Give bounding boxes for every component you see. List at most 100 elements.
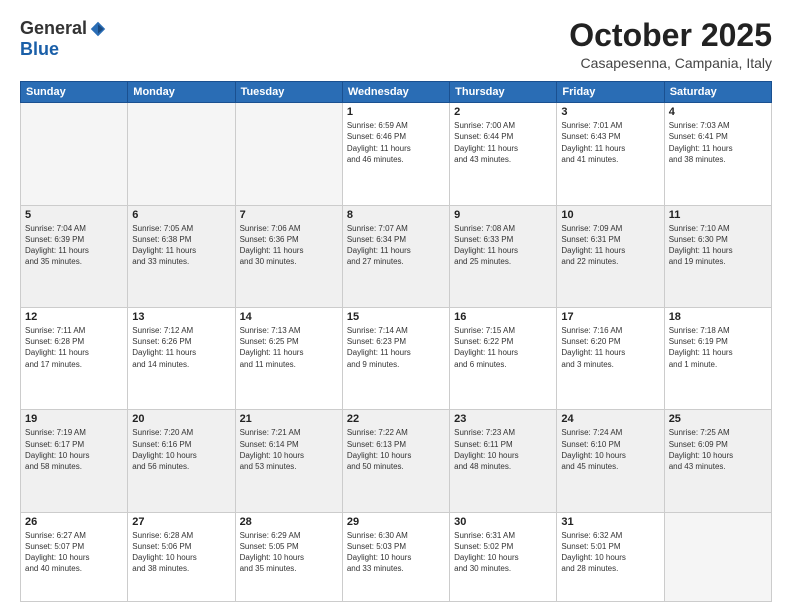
calendar-table: Sunday Monday Tuesday Wednesday Thursday… xyxy=(20,81,772,602)
day-number: 10 xyxy=(561,209,659,221)
day-info: Sunrise: 7:06 AM Sunset: 6:36 PM Dayligh… xyxy=(240,223,338,268)
day-number: 5 xyxy=(25,209,123,221)
day-info: Sunrise: 7:10 AM Sunset: 6:30 PM Dayligh… xyxy=(669,223,767,268)
day-number: 27 xyxy=(132,516,230,528)
table-row: 9Sunrise: 7:08 AM Sunset: 6:33 PM Daylig… xyxy=(450,205,557,307)
table-row: 22 Sunrise: 7:22 AM Sunset: 6:13 PM Dayli… xyxy=(342,410,449,512)
week-row-4: 19 Sunrise: 7:19 AM Sunset: 6:17 PM Dayli… xyxy=(21,410,772,512)
table-row: 7 Sunrise: 7:06 AM Sunset: 6:36 PM Daylig… xyxy=(235,205,342,307)
day-info: Sunrise: 7:25 AM Sunset: 6:09 PM Dayligh… xyxy=(669,427,767,472)
page: General Blue October 2025 Casapesenna, C… xyxy=(0,0,792,612)
table-row: 13 Sunrise: 7:12 AM Sunset: 6:26 PM Dayli… xyxy=(128,307,235,409)
day-number: 16 xyxy=(454,311,552,323)
table-row: 17Sunrise: 7:16 AM Sunset: 6:20 PM Dayli… xyxy=(557,307,664,409)
day-info: Sunrise: 7:00 AM Sunset: 6:44 PM Dayligh… xyxy=(454,120,552,165)
day-number: 19 xyxy=(25,413,123,425)
day-info: Sunrise: 7:22 AM Sunset: 6:13 PM Dayligh… xyxy=(347,427,445,472)
table-row: 12 Sunrise: 7:11 AM Sunset: 6:28 PM Dayli… xyxy=(21,307,128,409)
logo-general-text: General xyxy=(20,18,87,39)
day-info: Sunrise: 6:30 AM Sunset: 5:03 PM Dayligh… xyxy=(347,530,445,575)
header-sunday: Sunday xyxy=(21,82,128,103)
header-friday: Friday xyxy=(557,82,664,103)
table-row: 23Sunrise: 7:23 AM Sunset: 6:11 PM Dayli… xyxy=(450,410,557,512)
table-row: 5 Sunrise: 7:04 AM Sunset: 6:39 PM Daylig… xyxy=(21,205,128,307)
table-row: 2 Sunrise: 7:00 AM Sunset: 6:44 PM Daylig… xyxy=(450,103,557,205)
day-number: 13 xyxy=(132,311,230,323)
table-row xyxy=(664,512,771,601)
week-row-2: 5 Sunrise: 7:04 AM Sunset: 6:39 PM Daylig… xyxy=(21,205,772,307)
day-number: 23 xyxy=(454,413,552,425)
day-info: Sunrise: 7:21 AM Sunset: 6:14 PM Dayligh… xyxy=(240,427,338,472)
day-info: Sunrise: 6:59 AM Sunset: 6:46 PM Dayligh… xyxy=(347,120,445,165)
day-number: 3 xyxy=(561,106,659,118)
header: General Blue October 2025 Casapesenna, C… xyxy=(20,18,772,71)
header-thursday: Thursday xyxy=(450,82,557,103)
header-tuesday: Tuesday xyxy=(235,82,342,103)
table-row: 31Sunrise: 6:32 AM Sunset: 5:01 PM Dayli… xyxy=(557,512,664,601)
day-number: 31 xyxy=(561,516,659,528)
day-number: 2 xyxy=(454,106,552,118)
day-info: Sunrise: 6:28 AM Sunset: 5:06 PM Dayligh… xyxy=(132,530,230,575)
day-info: Sunrise: 6:29 AM Sunset: 5:05 PM Dayligh… xyxy=(240,530,338,575)
logo: General Blue xyxy=(20,18,107,60)
day-number: 21 xyxy=(240,413,338,425)
day-info: Sunrise: 7:07 AM Sunset: 6:34 PM Dayligh… xyxy=(347,223,445,268)
table-row: 25 Sunrise: 7:25 AM Sunset: 6:09 PM Dayli… xyxy=(664,410,771,512)
header-monday: Monday xyxy=(128,82,235,103)
table-row: 20Sunrise: 7:20 AM Sunset: 6:16 PM Dayli… xyxy=(128,410,235,512)
day-info: Sunrise: 7:11 AM Sunset: 6:28 PM Dayligh… xyxy=(25,325,123,370)
day-info: Sunrise: 6:31 AM Sunset: 5:02 PM Dayligh… xyxy=(454,530,552,575)
day-number: 25 xyxy=(669,413,767,425)
day-info: Sunrise: 7:15 AM Sunset: 6:22 PM Dayligh… xyxy=(454,325,552,370)
day-number: 14 xyxy=(240,311,338,323)
table-row: 19 Sunrise: 7:19 AM Sunset: 6:17 PM Dayli… xyxy=(21,410,128,512)
header-wednesday: Wednesday xyxy=(342,82,449,103)
day-info: Sunrise: 7:24 AM Sunset: 6:10 PM Dayligh… xyxy=(561,427,659,472)
day-number: 8 xyxy=(347,209,445,221)
day-number: 1 xyxy=(347,106,445,118)
table-row xyxy=(128,103,235,205)
table-row: 30 Sunrise: 6:31 AM Sunset: 5:02 PM Dayli… xyxy=(450,512,557,601)
day-number: 6 xyxy=(132,209,230,221)
day-headers-row: Sunday Monday Tuesday Wednesday Thursday… xyxy=(21,82,772,103)
day-info: Sunrise: 7:16 AM Sunset: 6:20 PM Dayligh… xyxy=(561,325,659,370)
day-number: 9 xyxy=(454,209,552,221)
table-row: 29Sunrise: 6:30 AM Sunset: 5:03 PM Dayli… xyxy=(342,512,449,601)
day-number: 24 xyxy=(561,413,659,425)
day-number: 12 xyxy=(25,311,123,323)
day-number: 7 xyxy=(240,209,338,221)
table-row: 18Sunrise: 7:18 AM Sunset: 6:19 PM Dayli… xyxy=(664,307,771,409)
table-row: 28Sunrise: 6:29 AM Sunset: 5:05 PM Dayli… xyxy=(235,512,342,601)
day-info: Sunrise: 7:19 AM Sunset: 6:17 PM Dayligh… xyxy=(25,427,123,472)
title-block: October 2025 Casapesenna, Campania, Ital… xyxy=(569,18,772,71)
table-row: 15 Sunrise: 7:14 AM Sunset: 6:23 PM Dayli… xyxy=(342,307,449,409)
table-row: 27 Sunrise: 6:28 AM Sunset: 5:06 PM Dayli… xyxy=(128,512,235,601)
header-saturday: Saturday xyxy=(664,82,771,103)
day-number: 18 xyxy=(669,311,767,323)
day-number: 26 xyxy=(25,516,123,528)
table-row: 1 Sunrise: 6:59 AM Sunset: 6:46 PM Daylig… xyxy=(342,103,449,205)
day-number: 22 xyxy=(347,413,445,425)
table-row: 14Sunrise: 7:13 AM Sunset: 6:25 PM Dayli… xyxy=(235,307,342,409)
day-number: 4 xyxy=(669,106,767,118)
week-row-3: 12 Sunrise: 7:11 AM Sunset: 6:28 PM Dayli… xyxy=(21,307,772,409)
table-row: 4Sunrise: 7:03 AM Sunset: 6:41 PM Daylig… xyxy=(664,103,771,205)
week-row-5: 26 Sunrise: 6:27 AM Sunset: 5:07 PM Dayli… xyxy=(21,512,772,601)
day-number: 20 xyxy=(132,413,230,425)
day-info: Sunrise: 7:12 AM Sunset: 6:26 PM Dayligh… xyxy=(132,325,230,370)
logo-icon xyxy=(89,20,107,38)
day-info: Sunrise: 7:14 AM Sunset: 6:23 PM Dayligh… xyxy=(347,325,445,370)
day-number: 30 xyxy=(454,516,552,528)
table-row xyxy=(235,103,342,205)
day-info: Sunrise: 7:04 AM Sunset: 6:39 PM Dayligh… xyxy=(25,223,123,268)
day-number: 15 xyxy=(347,311,445,323)
day-number: 11 xyxy=(669,209,767,221)
calendar-subtitle: Casapesenna, Campania, Italy xyxy=(569,55,772,71)
table-row: 8 Sunrise: 7:07 AM Sunset: 6:34 PM Daylig… xyxy=(342,205,449,307)
table-row: 21 Sunrise: 7:21 AM Sunset: 6:14 PM Dayli… xyxy=(235,410,342,512)
week-row-1: 1 Sunrise: 6:59 AM Sunset: 6:46 PM Daylig… xyxy=(21,103,772,205)
calendar-title: October 2025 xyxy=(569,18,772,53)
day-info: Sunrise: 6:27 AM Sunset: 5:07 PM Dayligh… xyxy=(25,530,123,575)
table-row xyxy=(21,103,128,205)
table-row: 24 Sunrise: 7:24 AM Sunset: 6:10 PM Dayli… xyxy=(557,410,664,512)
